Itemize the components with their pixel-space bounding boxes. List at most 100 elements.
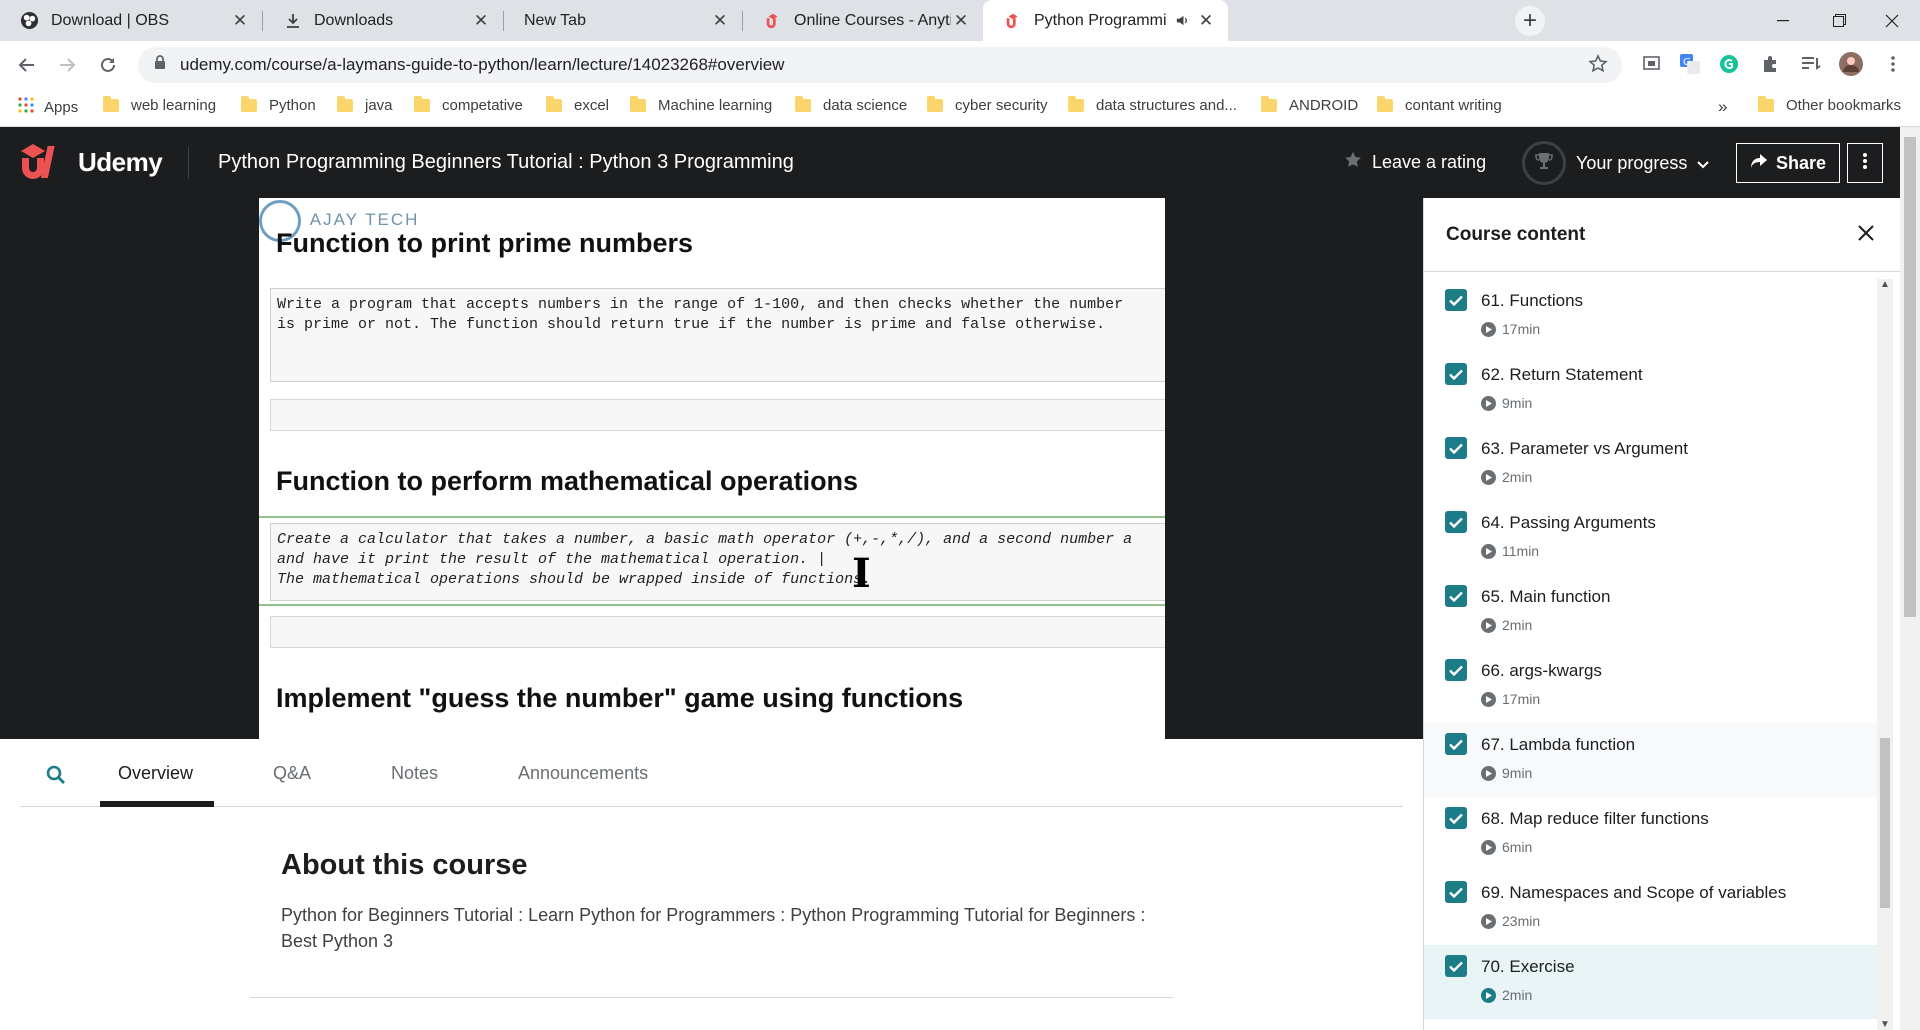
bookmark-folder[interactable]: java <box>337 96 393 114</box>
translate-icon[interactable]: G <box>1677 51 1703 77</box>
completed-checkbox[interactable] <box>1445 955 1467 977</box>
completed-checkbox[interactable] <box>1445 437 1467 459</box>
close-window-icon[interactable] <box>1864 0 1920 41</box>
udemy-icon <box>763 11 782 30</box>
speaker-icon[interactable] <box>1173 11 1192 30</box>
slide-heading: Function to print prime numbers <box>276 228 693 258</box>
svg-text:G: G <box>1683 57 1691 68</box>
bookmark-folder[interactable]: excel <box>546 96 610 114</box>
forward-icon[interactable] <box>50 48 84 82</box>
udemy-logo[interactable]: Udemy <box>18 142 163 182</box>
bookmark-folder[interactable]: cyber security <box>927 96 1048 114</box>
more-options-button[interactable] <box>1847 143 1883 183</box>
bookmark-folder[interactable]: data structures and... <box>1068 96 1237 114</box>
checkmark-icon <box>1449 961 1463 972</box>
completed-checkbox[interactable] <box>1445 363 1467 385</box>
bookmark-label: ANDROID <box>1289 97 1359 114</box>
scroll-down-icon[interactable]: ▼ <box>1880 1019 1890 1030</box>
search-icon[interactable] <box>46 765 66 790</box>
bookmark-folder[interactable]: Machine learning <box>630 96 772 114</box>
bookmark-star-icon[interactable] <box>1588 54 1608 79</box>
bookmark-folder[interactable]: contant writing <box>1377 96 1502 114</box>
completed-checkbox[interactable] <box>1445 881 1467 903</box>
tab-qa[interactable]: Q&A <box>273 763 311 784</box>
completed-checkbox[interactable] <box>1445 511 1467 533</box>
code-cell-active: Create a calculator that takes a number,… <box>270 523 1165 601</box>
close-icon[interactable] <box>1856 223 1880 247</box>
restore-icon[interactable] <box>1811 0 1867 41</box>
slide-heading: Function to perform mathematical operati… <box>276 466 859 496</box>
completed-checkbox[interactable] <box>1445 659 1467 681</box>
bookmark-label: web learning <box>131 97 217 114</box>
address-bar[interactable]: udemy.com/course/a-laymans-guide-to-pyth… <box>138 47 1622 83</box>
reading-list-icon[interactable] <box>1798 51 1824 77</box>
your-progress-button[interactable]: Your progress <box>1522 141 1710 185</box>
close-tab-icon[interactable]: ✕ <box>710 11 730 31</box>
course-dashboard-tabs: Overview Q&A Notes Announcements <box>20 739 1403 807</box>
lecture-item[interactable]: 68. Map reduce filter functions 6min <box>1424 797 1881 871</box>
lecture-title: 67. Lambda function <box>1481 735 1636 754</box>
browser-tab-udemy-courses[interactable]: Online Courses - Anytime, Anywhere ✕ <box>743 0 983 41</box>
lecture-item[interactable]: 63. Parameter vs Argument 2min <box>1424 427 1881 501</box>
bookmark-folder[interactable]: web learning <box>103 96 217 114</box>
back-icon[interactable] <box>10 48 44 82</box>
lecture-item[interactable]: 66. args-kwargs 17min <box>1424 649 1881 723</box>
grammarly-icon[interactable] <box>1716 51 1742 77</box>
completed-checkbox[interactable] <box>1445 807 1467 829</box>
browser-tab-active[interactable]: Python Programming Beginners ✕ <box>983 0 1228 41</box>
bookmark-label: excel <box>574 97 610 114</box>
close-tab-icon[interactable]: ✕ <box>230 11 250 31</box>
tab-title: New Tab <box>524 11 586 29</box>
cast-icon[interactable] <box>1638 51 1664 77</box>
bookmarks-overflow-button[interactable]: » <box>1718 97 1727 117</box>
bookmark-folder[interactable]: competative <box>414 96 523 114</box>
lecture-duration: 11min <box>1481 543 1539 559</box>
share-button[interactable]: Share <box>1736 143 1840 183</box>
bookmark-apps[interactable]: Apps <box>18 97 78 117</box>
about-description: Python for Beginners Tutorial : Learn Py… <box>281 905 1146 951</box>
chrome-menu-icon[interactable] <box>1880 51 1906 77</box>
lecture-item[interactable]: 69. Namespaces and Scope of variables 23m… <box>1424 871 1881 945</box>
lecture-item[interactable]: 70. Exercise 2min <box>1424 945 1881 1019</box>
close-tab-icon[interactable]: ✕ <box>1196 11 1216 31</box>
tab-announcements[interactable]: Announcements <box>518 763 648 784</box>
lecture-item[interactable]: 62. Return Statement 9min <box>1424 353 1881 427</box>
scroll-up-icon[interactable]: ▲ <box>1880 279 1890 290</box>
other-bookmarks[interactable]: Other bookmarks <box>1758 96 1901 114</box>
avatar[interactable] <box>1838 51 1864 77</box>
browser-tab-newtab[interactable]: New Tab ✕ <box>504 0 742 41</box>
lecture-item[interactable]: 67. Lambda function 9min <box>1424 723 1881 797</box>
lecture-title: 63. Parameter vs Argument <box>1481 439 1688 458</box>
bookmark-folder[interactable]: data science <box>795 96 907 114</box>
sidebar-scrollbar[interactable]: ▲ ▼ <box>1877 279 1893 1030</box>
rating-label: Leave a rating <box>1372 152 1487 172</box>
minimize-icon[interactable] <box>1755 0 1811 41</box>
close-tab-icon[interactable]: ✕ <box>471 11 491 31</box>
extensions-icon[interactable] <box>1757 51 1783 77</box>
reload-icon[interactable] <box>91 48 125 82</box>
bookmark-folder[interactable]: ANDROID <box>1261 96 1359 114</box>
completed-checkbox[interactable] <box>1445 289 1467 311</box>
lecture-item[interactable]: 61. Functions 17min <box>1424 279 1881 353</box>
close-tab-icon[interactable]: ✕ <box>951 11 971 31</box>
sidebar-scrollbar-thumb[interactable] <box>1880 738 1890 908</box>
download-icon <box>283 11 302 30</box>
page-scrollbar-thumb[interactable] <box>1904 137 1916 617</box>
browser-tab-downloads[interactable]: Downloads ✕ <box>263 0 503 41</box>
completed-checkbox[interactable] <box>1445 733 1467 755</box>
lecture-title: 68. Map reduce filter functions <box>1481 809 1709 828</box>
new-tab-button[interactable]: + <box>1515 6 1545 36</box>
tab-notes[interactable]: Notes <box>391 763 438 784</box>
lecture-item[interactable]: 64. Passing Arguments 11min <box>1424 501 1881 575</box>
completed-checkbox[interactable] <box>1445 585 1467 607</box>
leave-rating-button[interactable]: Leave a rating <box>1344 151 1486 174</box>
browser-tab-obs[interactable]: Download | OBS ✕ <box>0 0 262 41</box>
tab-overview[interactable]: Overview <box>118 763 193 784</box>
star-icon <box>1344 151 1362 174</box>
video-frame[interactable]: AJAY TECH Function to print prime number… <box>259 198 1165 739</box>
bookmark-folder[interactable]: Python <box>241 96 316 114</box>
lecture-item[interactable]: 65. Main function 2min <box>1424 575 1881 649</box>
page-scrollbar[interactable] <box>1900 127 1920 1030</box>
course-title[interactable]: Python Programming Beginners Tutorial : … <box>218 151 794 174</box>
lecture-duration: 2min <box>1481 469 1532 485</box>
